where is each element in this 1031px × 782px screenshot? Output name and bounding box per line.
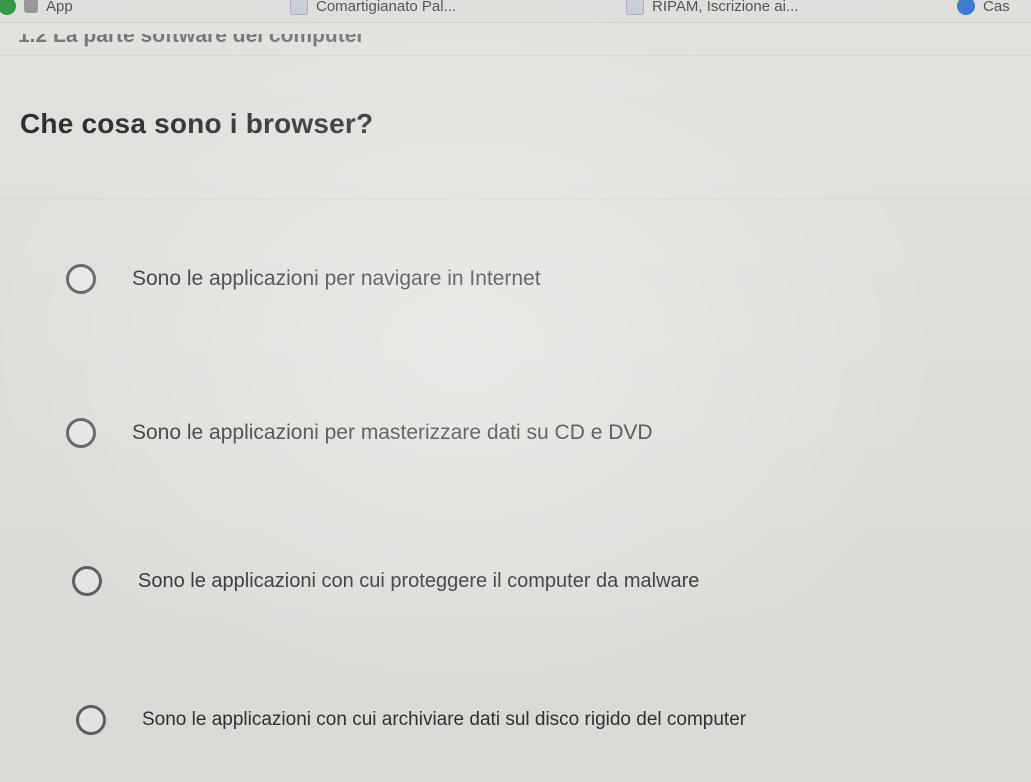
blue-circle-icon: [957, 0, 975, 15]
radio-button[interactable]: [76, 705, 106, 735]
bookmark-label: Cas: [983, 0, 1010, 15]
radio-button[interactable]: [66, 264, 96, 294]
bookmarks-bar: App Comartigianato Pal... RIPAM, Iscrizi…: [0, 0, 1031, 23]
answer-option-1[interactable]: Sono le applicazioni per navigare in Int…: [66, 264, 541, 294]
question-title: Che cosa sono i browser?: [20, 108, 374, 139]
bookmark-apps[interactable]: App: [0, 0, 73, 18]
section-heading: 1.2 La parte software del computer: [18, 24, 365, 47]
divider: [0, 198, 1031, 199]
answer-option-4[interactable]: Sono le applicazioni con cui archiviare …: [76, 705, 746, 735]
apps-icon: [0, 0, 16, 15]
radio-button[interactable]: [66, 418, 96, 448]
bookmark-label: Comartigianato Pal...: [316, 0, 457, 15]
bookmark-label: RIPAM, Iscrizione ai...: [652, 0, 799, 15]
answer-option-3[interactable]: Sono le applicazioni con cui proteggere …: [72, 566, 699, 596]
page-icon: [290, 0, 308, 15]
divider: [0, 55, 1031, 56]
radio-button[interactable]: [72, 566, 102, 596]
document-icon: [626, 0, 644, 15]
bookmark-cas[interactable]: Cas: [957, 0, 1010, 18]
answer-option-2[interactable]: Sono le applicazioni per masterizzare da…: [66, 418, 653, 448]
app-grid-icon: [24, 0, 38, 13]
answer-label: Sono le applicazioni con cui proteggere …: [138, 569, 700, 592]
bookmark-label: App: [46, 0, 73, 15]
answer-label: Sono le applicazioni con cui archiviare …: [142, 709, 747, 730]
bookmark-ripam[interactable]: RIPAM, Iscrizione ai...: [626, 0, 798, 18]
answer-label: Sono le applicazioni per navigare in Int…: [132, 267, 541, 290]
answer-label: Sono le applicazioni per masterizzare da…: [132, 421, 653, 444]
bookmark-comartigianato[interactable]: Comartigianato Pal...: [290, 0, 456, 18]
